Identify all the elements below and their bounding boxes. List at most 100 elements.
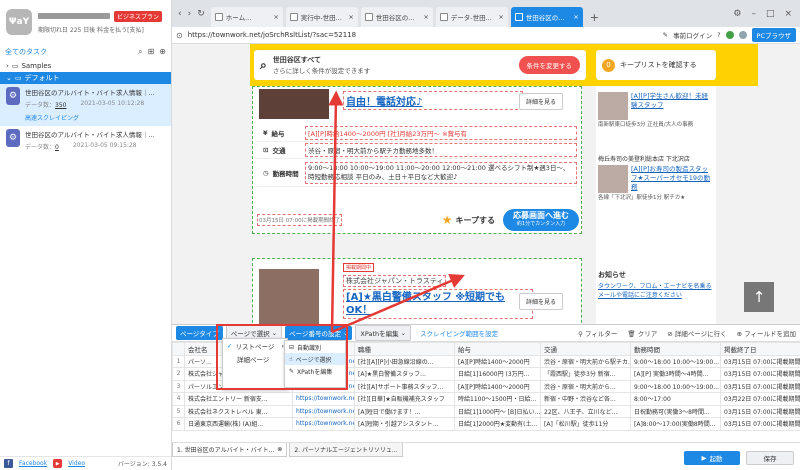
menu-item-xpath[interactable]: ✎ XPathを編集: [285, 365, 345, 377]
keep-list-button[interactable]: 0 キープリストを確認する: [596, 50, 716, 80]
table-cell[interactable]: 「霞西駅」徒歩3分 新宿...: [540, 367, 631, 381]
table-cell[interactable]: 03月15日 07:00に掲載期間終: [720, 404, 800, 418]
table-cell[interactable]: [A][P]時給1400～2000円: [454, 379, 541, 393]
search-icon[interactable]: ⌕: [138, 47, 142, 57]
scrape-range-link[interactable]: スクレイピング範囲を設定: [420, 328, 498, 338]
table-cell[interactable]: 03月15日 07:00に掲載期間終: [720, 367, 800, 381]
close-icon[interactable]: ×: [784, 9, 792, 19]
minimize-icon[interactable]: –: [751, 9, 756, 19]
table-cell[interactable]: 9:00～18:00 10:00～19:00...: [630, 379, 721, 393]
table-cell[interactable]: [A]「松川駅」徒歩11分: [540, 417, 631, 431]
video-link[interactable]: Video: [68, 460, 85, 467]
table-cell[interactable]: 新宿・中野・渋谷など各...: [540, 392, 631, 406]
result-tab[interactable]: 1. 世田谷区のアルバイト・バイト... ⊗: [172, 443, 288, 457]
column-header[interactable]: 職種: [354, 342, 455, 356]
side-job[interactable]: [A][P]学生さん歓迎！未経験スタッフ 南新駅東口徒歩3分 正社員/大人の事務: [598, 92, 714, 129]
edit-icon[interactable]: ✎: [663, 31, 668, 39]
menu-item-list-page[interactable]: ✓ リストページ ›: [223, 339, 287, 352]
table-cell[interactable]: https://townwork.net/detail/cl...: [292, 417, 355, 431]
table-cell[interactable]: [A]短期・引越アシスタント...: [354, 417, 455, 431]
table-row[interactable]: 5株式会社ネクストレベル 東...https://townwork.net/de…: [172, 404, 800, 418]
job-title-link[interactable]: 自由！電話対応♪: [343, 91, 523, 110]
refresh-icon[interactable]: ↻: [197, 9, 205, 19]
table-cell[interactable]: 日祝勤務可(実働3～8時間...: [630, 404, 721, 418]
table-cell[interactable]: [A]8:00～17:00(実働8時間...: [630, 417, 721, 431]
page-type-button[interactable]: ページタイプ: [176, 326, 223, 340]
task-item[interactable]: ⚙ 世田谷区のアルバイト・バイト求人情報｜... データ数：350 2021-03…: [0, 84, 171, 126]
expire-text[interactable]: 期限切れ日 225 日後 料金を払う[支払]: [38, 25, 162, 34]
column-header[interactable]: 交通: [540, 342, 631, 356]
table-cell[interactable]: 22区、八王子、立川など...: [540, 404, 631, 418]
table-row[interactable]: 6日通東京西運輸(株) (A)組...https://townwork.net/…: [172, 417, 800, 431]
table-cell[interactable]: 渋谷・原宿・明大前から...: [540, 379, 631, 393]
detail-button[interactable]: 詳細を見る: [519, 293, 564, 310]
table-row[interactable]: 4株式会社エントリー 新宿支...https://townwork.net/de…: [172, 392, 800, 406]
task-item[interactable]: ⚙ 世田谷区のアルバイト・バイト求人情報｜... データ数：0 2021-03-0…: [0, 126, 171, 158]
table-cell[interactable]: [A]★黒白警備スタッフ...: [354, 367, 455, 381]
login-button[interactable]: 事前ログイン: [673, 30, 712, 40]
table-cell[interactable]: 03月15日 07:00に掲載期間終: [720, 354, 800, 368]
table-cell[interactable]: 株式会社ネクストレベル 東...: [184, 404, 293, 418]
data-count-link[interactable]: 350: [55, 102, 66, 109]
back-icon[interactable]: ‹: [178, 9, 182, 19]
menu-item-page-select[interactable]: ☝ ページで選択: [285, 353, 345, 365]
forward-icon[interactable]: ›: [188, 9, 192, 19]
page-number-button[interactable]: ページ番号の設定 ⌄: [285, 326, 353, 340]
table-cell[interactable]: 日給[1]16000円 (3万円...: [454, 367, 541, 381]
detail-page-button[interactable]: ⊘ 詳細ページに行く: [667, 328, 726, 338]
table-cell[interactable]: 日給[1]1000円～ [B]日払い...: [454, 404, 541, 418]
column-header[interactable]: 勤務時間: [630, 342, 721, 356]
table-cell[interactable]: 8:00～17:00: [630, 392, 721, 406]
tree-folder-default[interactable]: ⌄ ▭ デフォルト: [0, 72, 171, 84]
keep-button[interactable]: ★ キープする: [442, 213, 495, 227]
table-cell[interactable]: [A][P] 実働3時間～4時間...: [630, 367, 721, 381]
table-cell[interactable]: 03月15日 07:00に掲載期間終: [720, 417, 800, 431]
browser-tab[interactable]: ホーム... ×: [210, 7, 283, 27]
scroll-top-button[interactable]: ↑: [744, 282, 774, 312]
table-cell[interactable]: 時給1100～1500円・日給...: [454, 392, 541, 406]
tree-folder-samples[interactable]: › ▭ Samples: [0, 60, 171, 72]
url-field[interactable]: https://townwork.net/joSrchRsltList/?sac…: [188, 31, 658, 39]
change-condition-button[interactable]: 条件を変更する: [518, 56, 580, 74]
clear-button[interactable]: 🗑 クリア: [627, 328, 657, 338]
new-folder-icon[interactable]: ⊞: [148, 47, 155, 57]
start-button[interactable]: ▶ 起動: [684, 451, 740, 465]
user-icon[interactable]: [738, 31, 747, 39]
menu-item-auto[interactable]: ⊟ 自動識別: [285, 341, 345, 353]
column-header[interactable]: 掲載終了日: [720, 342, 800, 356]
table-cell[interactable]: 03月15日 07:00に掲載期間終: [720, 379, 800, 393]
browser-tab[interactable]: 世田谷区の... ×: [360, 7, 433, 27]
add-task-icon[interactable]: ⊕: [159, 47, 166, 57]
table-cell[interactable]: [社][A][P]小田急線沿線の...: [354, 354, 455, 368]
table-cell[interactable]: 9:00～18:00 10:00～19:00...: [630, 354, 721, 368]
detail-button[interactable]: 詳細を見る: [519, 93, 564, 110]
table-cell[interactable]: [A][P]時給1400～2000円: [454, 354, 541, 368]
table-cell[interactable]: 日給[1]2000円★変動有(土...: [454, 417, 541, 431]
result-tab[interactable]: 2. パーソナルエージェントリソリュ...: [289, 443, 403, 457]
table-cell[interactable]: https://townwork.net/detail/cl...: [292, 404, 355, 418]
table-cell[interactable]: https://townwork.net/detail/cl...: [292, 392, 355, 406]
pc-browser-button[interactable]: PCブラウザ: [751, 28, 796, 42]
table-cell[interactable]: [A]短日で働けます！...: [354, 404, 455, 418]
all-tasks-link[interactable]: 全てのタスク: [5, 47, 47, 57]
menu-item-detail-page[interactable]: 詳細ページ: [223, 352, 287, 365]
xpath-edit-button[interactable]: XPathを編集 ⌄: [355, 325, 412, 341]
settings-icon[interactable]: ⚙: [733, 9, 741, 19]
side-job[interactable]: 梅丘寿司の美登利総本店 下北沢店 [A][P]お寿司の製造スタッフ★スーパーオセ…: [598, 154, 714, 202]
apply-button[interactable]: 応募画面へ進む 約1分でカンタン入力: [503, 209, 579, 231]
help-icon[interactable]: ?: [717, 31, 720, 39]
add-tab-icon[interactable]: +: [586, 11, 603, 27]
add-field-button[interactable]: ⊕ フィールドを追加: [737, 328, 796, 338]
table-cell[interactable]: [社][日華]★自販機補充スタッフ: [354, 392, 455, 406]
save-button[interactable]: 保存: [746, 451, 794, 465]
data-count-link[interactable]: 0: [55, 144, 59, 151]
browser-tab-active[interactable]: 世田谷区の... ×: [510, 7, 583, 27]
maximize-icon[interactable]: □: [766, 9, 775, 19]
table-cell[interactable]: 渋谷・原宿・明大前から駅チカ...: [540, 354, 631, 368]
table-cell[interactable]: 日通東京西運輸(株) (A)組...: [184, 417, 293, 431]
column-header[interactable]: 給与: [454, 342, 541, 356]
job-title-link[interactable]: [A]★黒白警備スタッフ ※短期でもOK！: [343, 289, 533, 319]
browser-tab[interactable]: 実行中-世田... ×: [285, 7, 358, 27]
table-cell[interactable]: [社][A]サポート事務スタッフ...: [354, 379, 455, 393]
notice-link[interactable]: タウンワーク、フロム・エーナビを名乗るメールや電話にご注意ください: [598, 282, 712, 300]
